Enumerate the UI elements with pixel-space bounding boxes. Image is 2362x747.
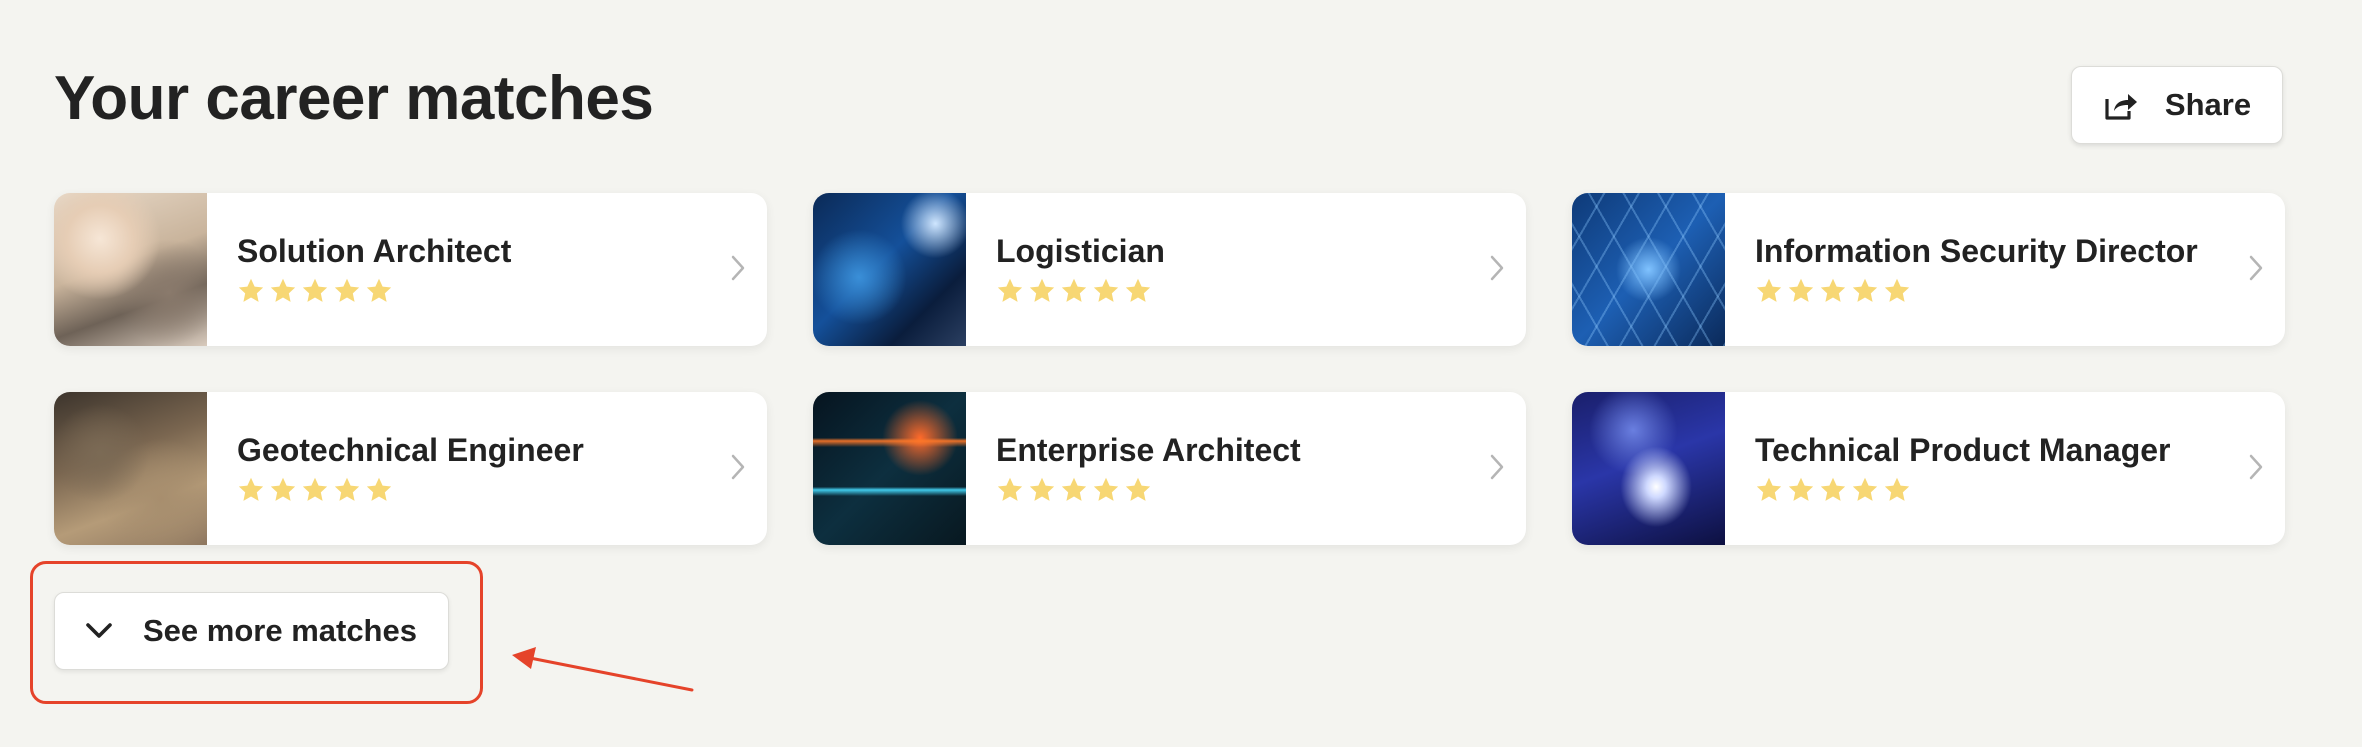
star-icon [1029, 278, 1055, 302]
star-icon [334, 477, 360, 501]
match-title: Technical Product Manager [1755, 432, 2171, 468]
rating-stars [1755, 277, 1911, 305]
share-label: Share [2164, 87, 2252, 122]
match-card-solution-architect[interactable]: Solution Architect [54, 193, 767, 346]
rating-stars [996, 476, 1152, 504]
star-icon [997, 278, 1023, 302]
star-icon [302, 477, 328, 501]
rating-stars [1755, 476, 1911, 504]
match-title: Information Security Director [1755, 233, 2198, 269]
rating-stars [237, 476, 393, 504]
star-icon [1029, 477, 1055, 501]
star-icon [1788, 477, 1814, 501]
star-icon [1093, 278, 1119, 302]
match-title: Enterprise Architect [996, 432, 1301, 468]
rating-stars [996, 277, 1152, 305]
chevron-right-icon [731, 454, 745, 480]
star-icon [238, 477, 264, 501]
chevron-right-icon [1490, 255, 1504, 281]
match-thumbnail [1572, 193, 1725, 346]
match-card-information-security-director[interactable]: Information Security Director [1572, 193, 2285, 346]
match-card-logistician[interactable]: Logistician [813, 193, 1526, 346]
match-thumbnail [813, 193, 966, 346]
match-card-technical-product-manager[interactable]: Technical Product Manager [1572, 392, 2285, 545]
match-thumbnail [813, 392, 966, 545]
chevron-right-icon [2249, 454, 2263, 480]
star-icon [1820, 278, 1846, 302]
star-icon [997, 477, 1023, 501]
star-icon [366, 477, 392, 501]
star-icon [1125, 278, 1151, 302]
star-icon [1884, 278, 1910, 302]
match-card-geotechnical-engineer[interactable]: Geotechnical Engineer [54, 392, 767, 545]
star-icon [1093, 477, 1119, 501]
star-icon [366, 278, 392, 302]
star-icon [1756, 278, 1782, 302]
share-icon [2103, 89, 2139, 121]
page-title: Your career matches [54, 64, 654, 133]
star-icon [1756, 477, 1782, 501]
star-icon [1125, 477, 1151, 501]
match-title: Solution Architect [237, 233, 512, 269]
star-icon [238, 278, 264, 302]
star-icon [270, 278, 296, 302]
star-icon [1852, 477, 1878, 501]
star-icon [1788, 278, 1814, 302]
star-icon [1820, 477, 1846, 501]
rating-stars [237, 277, 393, 305]
star-icon [1884, 477, 1910, 501]
chevron-right-icon [731, 255, 745, 281]
match-thumbnail [1572, 392, 1725, 545]
match-card-enterprise-architect[interactable]: Enterprise Architect [813, 392, 1526, 545]
chevron-right-icon [1490, 454, 1504, 480]
star-icon [270, 477, 296, 501]
match-thumbnail [54, 193, 207, 346]
star-icon [1061, 278, 1087, 302]
see-more-label: See more matches [143, 613, 417, 648]
match-thumbnail [54, 392, 207, 545]
match-title: Logistician [996, 233, 1165, 269]
star-icon [1852, 278, 1878, 302]
see-more-matches-button[interactable]: See more matches [54, 592, 449, 670]
star-icon [334, 278, 360, 302]
chevron-down-icon [86, 623, 112, 638]
annotation-arrow-icon [512, 647, 694, 692]
match-title: Geotechnical Engineer [237, 432, 584, 468]
star-icon [302, 278, 328, 302]
star-icon [1061, 477, 1087, 501]
chevron-right-icon [2249, 255, 2263, 281]
share-button[interactable]: Share [2071, 66, 2283, 144]
career-matches-page: Your career matches Share Solution Archi… [0, 0, 2362, 747]
